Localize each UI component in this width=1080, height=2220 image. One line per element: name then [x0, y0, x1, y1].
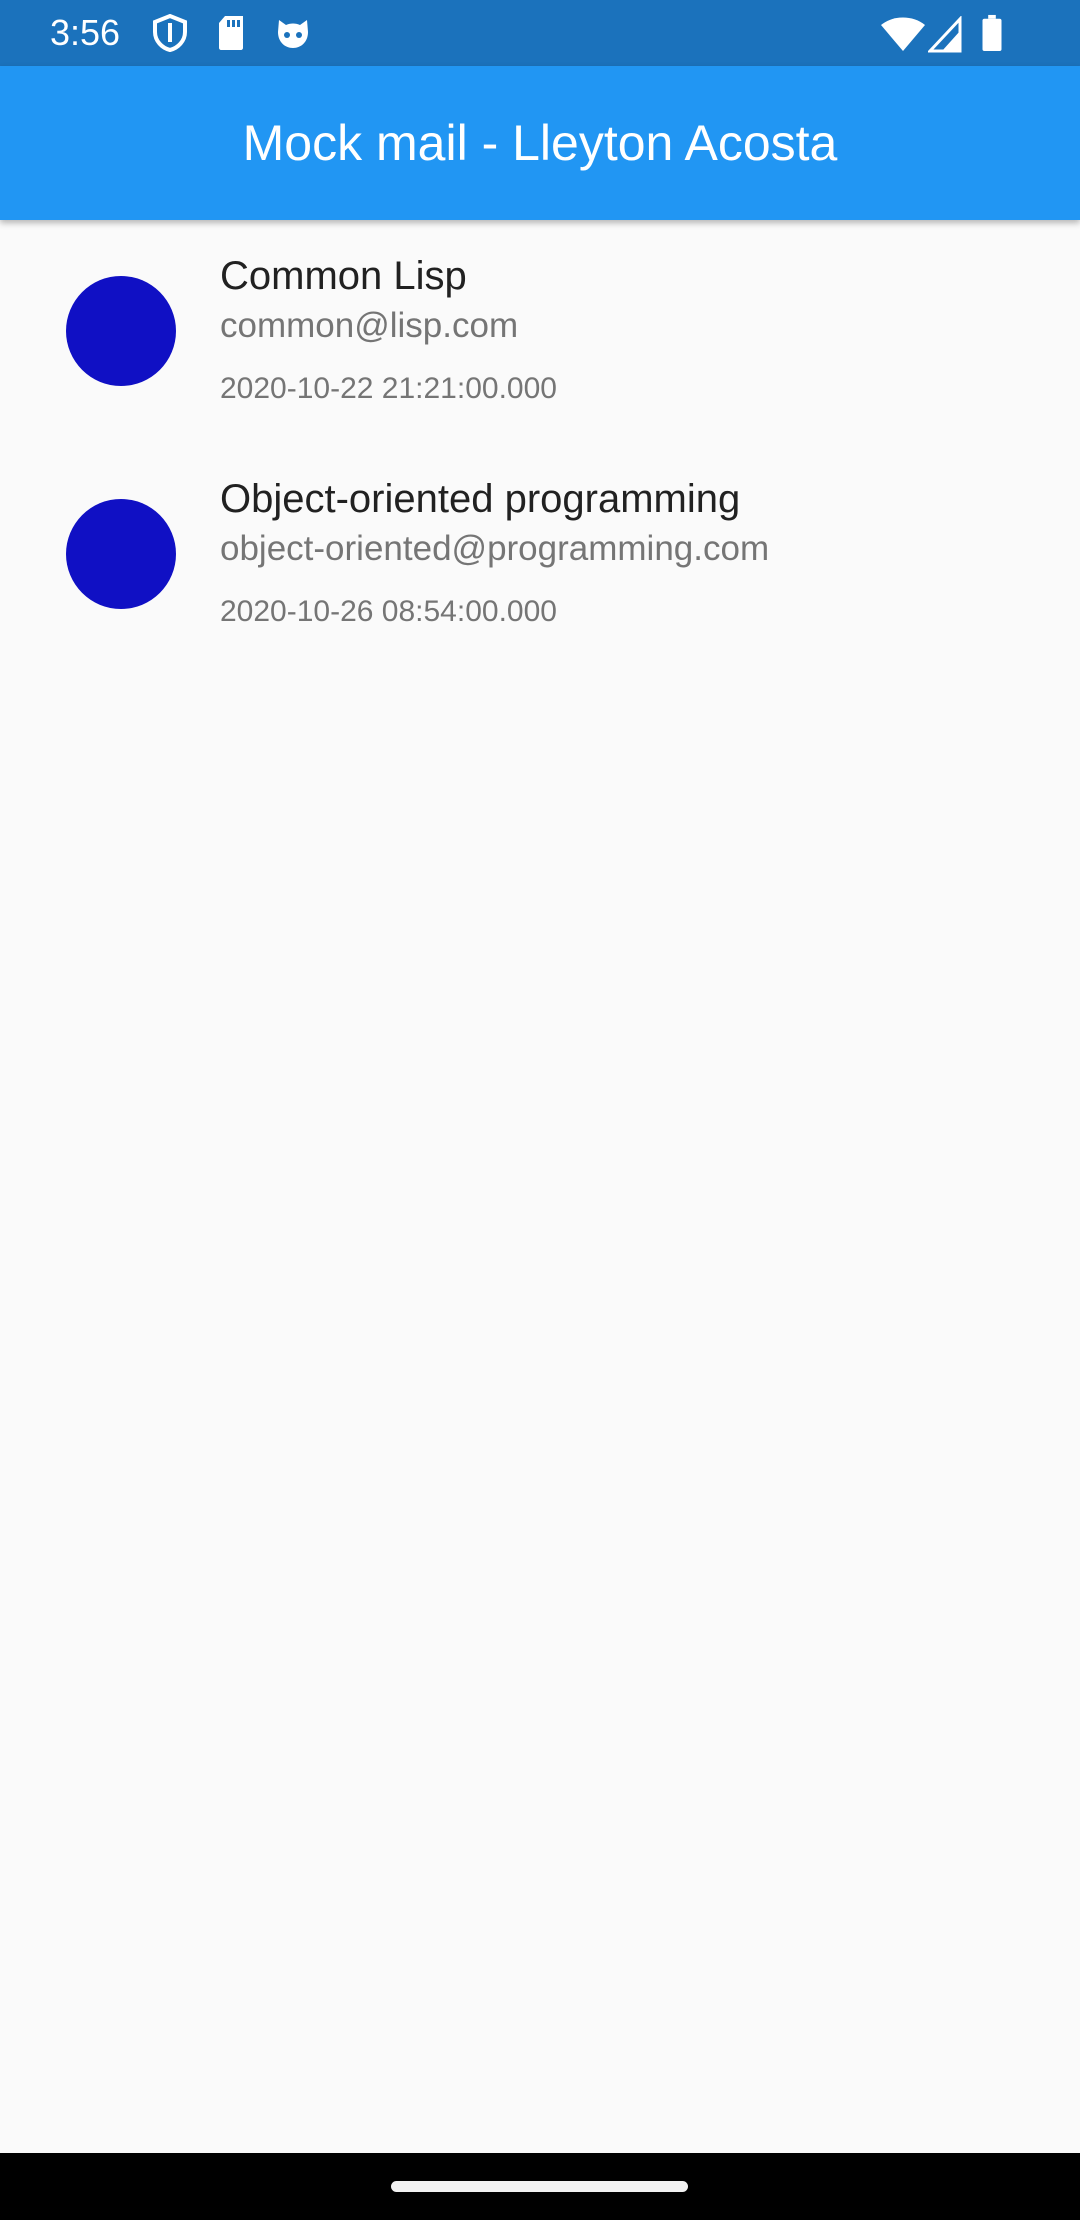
email-list-item[interactable]: Object-oriented programming object-orien…	[0, 443, 1080, 666]
shield-icon	[153, 14, 187, 52]
email-sender-name: Object-oriented programming	[220, 477, 741, 521]
sd-card-icon	[219, 16, 243, 50]
status-bar: 3:56	[0, 0, 1080, 66]
email-address: object-oriented@programming.com	[220, 529, 770, 568]
avatar	[66, 276, 176, 386]
email-list-item[interactable]: Common Lisp common@lisp.com 2020-10-22 2…	[0, 220, 1080, 443]
cellular-signal-icon	[928, 16, 962, 53]
navigation-bar	[0, 2153, 1080, 2220]
avatar	[66, 499, 176, 609]
wifi-icon	[881, 17, 925, 51]
email-list: Common Lisp common@lisp.com 2020-10-22 2…	[0, 220, 1080, 666]
app-title: Mock mail - Lleyton Acosta	[242, 115, 838, 171]
cat-face-icon	[278, 20, 308, 48]
status-time: 3:56	[50, 12, 121, 53]
home-gesture-handle[interactable]	[391, 2181, 688, 2192]
battery-icon	[982, 14, 1002, 52]
email-sender-name: Common Lisp	[220, 254, 467, 298]
email-date: 2020-10-26 08:54:00.000	[220, 595, 557, 628]
email-address: common@lisp.com	[220, 306, 519, 345]
app-bar: Mock mail - Lleyton Acosta	[0, 66, 1080, 220]
email-date: 2020-10-22 21:21:00.000	[220, 372, 557, 405]
